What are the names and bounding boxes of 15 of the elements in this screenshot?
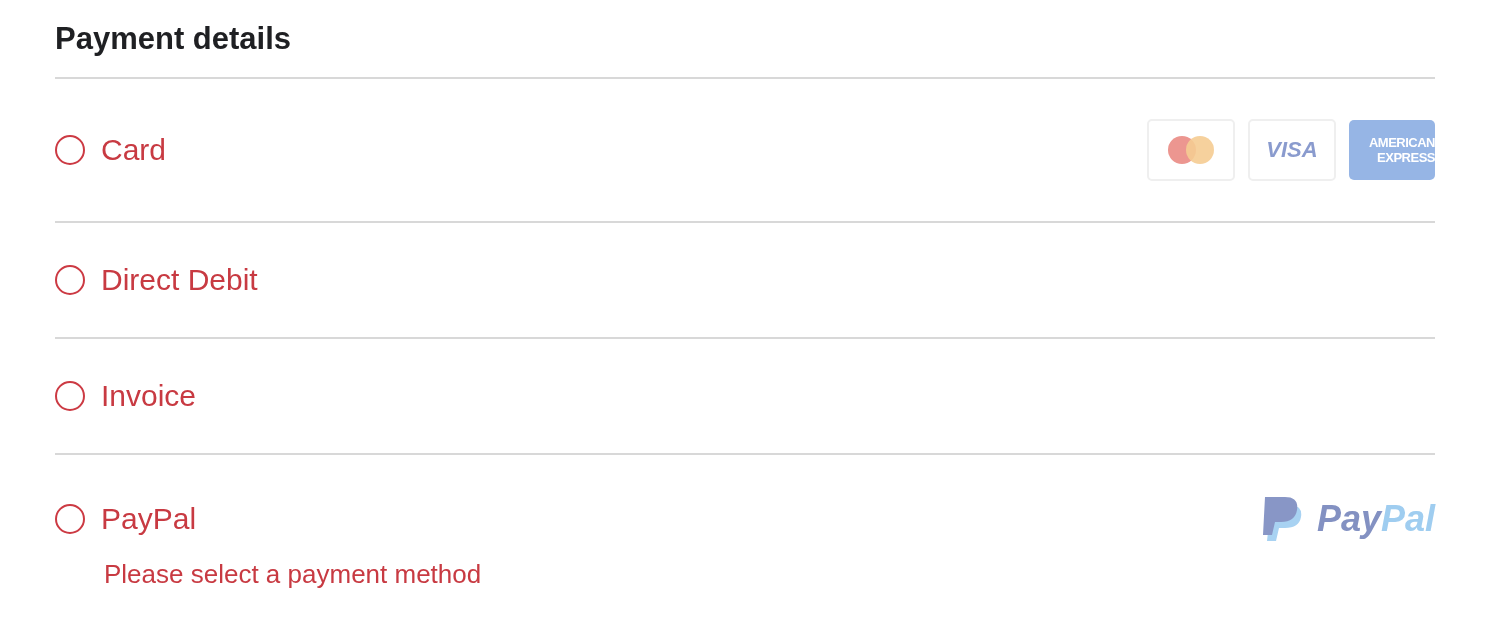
radio-button[interactable] (55, 504, 85, 534)
logo-text: AMERICAN (1368, 135, 1435, 150)
radio-button[interactable] (55, 265, 85, 295)
logo-text: VISA (1266, 137, 1318, 163)
payment-option[interactable]: Direct Debit (55, 263, 258, 297)
overlapping-circles-icon (1167, 135, 1215, 165)
error-message: Please select a payment method (104, 559, 483, 590)
payment-option[interactable]: PayPal (55, 502, 197, 536)
logo-text: EXPRESS (1377, 150, 1435, 165)
payment-option[interactable]: Invoice (55, 379, 197, 413)
section-title: Payment details (55, 18, 1435, 79)
radio-button[interactable] (55, 135, 85, 165)
logo-text: PayPal (1316, 498, 1435, 540)
payment-option[interactable]: Card (55, 133, 167, 167)
radio-button[interactable] (55, 381, 85, 411)
